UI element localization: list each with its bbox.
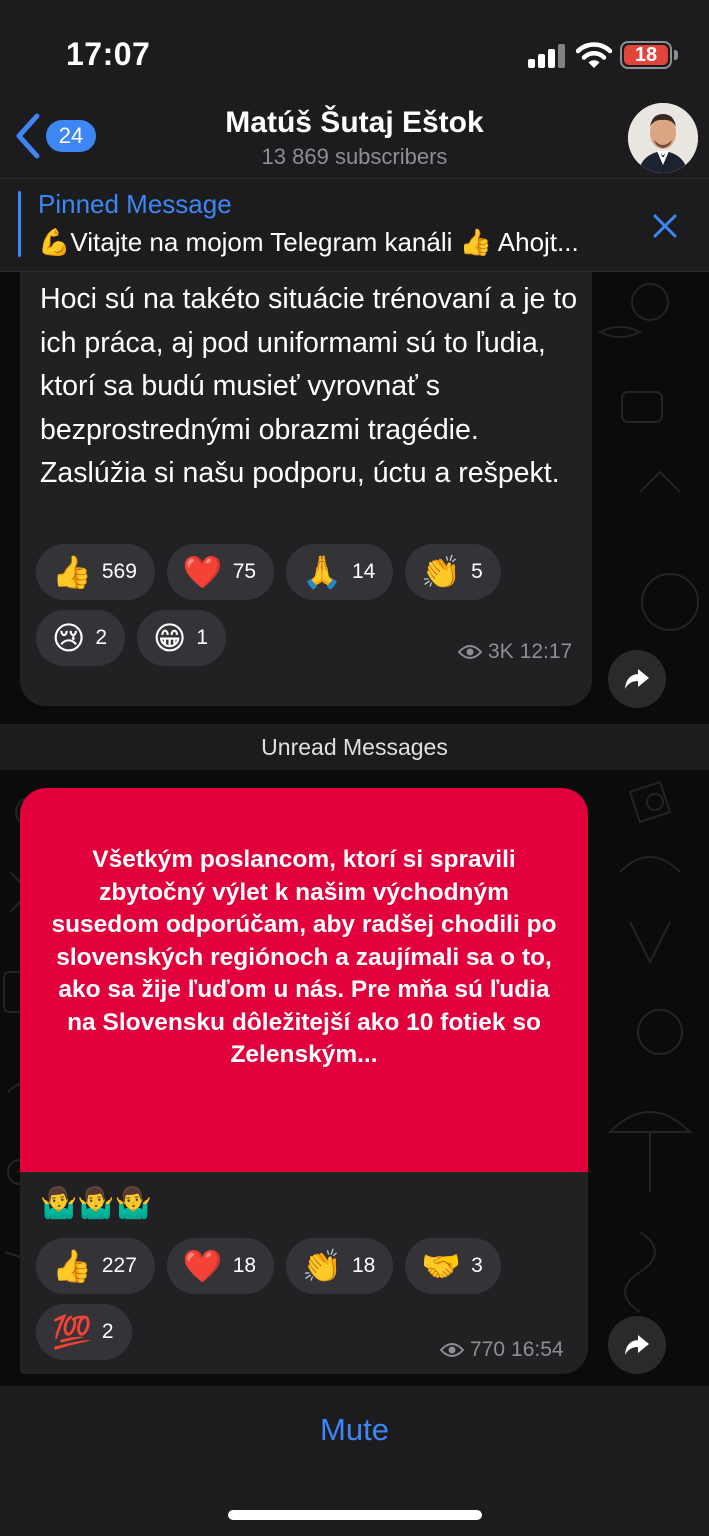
reaction-count: 2: [95, 626, 108, 649]
reaction-count: 14: [351, 560, 376, 583]
signal-icon: [528, 44, 566, 68]
reaction-handshake[interactable]: 🤝 3: [405, 1238, 501, 1294]
reaction-clap[interactable]: 👏 5: [405, 544, 501, 600]
message-meta: 3K 12:17: [458, 640, 572, 664]
reaction-cry[interactable]: 😢 2: [36, 610, 126, 666]
reaction-count: 5: [471, 560, 483, 583]
message-time: 12:17: [519, 640, 573, 663]
reaction-clap[interactable]: 👏 18: [286, 1238, 394, 1294]
close-icon[interactable]: [652, 213, 678, 239]
pinned-title: Pinned Message: [38, 189, 232, 219]
reaction-emoji: 😢: [52, 619, 86, 657]
message-meta: 770 16:54: [440, 1338, 564, 1362]
reaction-emoji: 🤝: [421, 1247, 462, 1285]
reaction-count: 75: [232, 560, 257, 583]
channel-avatar[interactable]: [628, 103, 698, 173]
pinned-indicator: [18, 191, 21, 257]
forward-button[interactable]: [608, 1316, 666, 1374]
message-bubble[interactable]: Všetkým poslancom, ktorí si spravili zby…: [20, 788, 588, 1374]
view-count: 3K: [488, 640, 514, 663]
channel-title[interactable]: Matúš Šutaj Eštok: [0, 106, 709, 140]
reaction-count: 1: [196, 626, 209, 649]
reaction-emoji: 👏: [421, 553, 462, 591]
battery-icon: 18: [620, 41, 672, 69]
reaction-count: 18: [351, 1254, 376, 1277]
channel-subscribers: 13 869 subscribers: [261, 144, 448, 169]
status-time: 17:07: [66, 36, 151, 72]
forward-arrow-icon: [625, 669, 649, 689]
reaction-emoji: 😁: [153, 619, 187, 657]
views-eye-icon: [458, 645, 482, 659]
reaction-emoji: ❤️: [182, 1247, 223, 1285]
bottom-bar: Mute: [0, 1386, 709, 1536]
message-text: Hoci sú na takéto situácie trénovaní a j…: [40, 283, 578, 489]
message-caption: 🤷‍♂️🤷‍♂️🤷‍♂️: [40, 1186, 153, 1221]
reaction-thumbs-up[interactable]: 👍 569: [36, 544, 155, 600]
image-text: Všetkým poslancom, ktorí si spravili zby…: [51, 846, 557, 1068]
pinned-text: 💪Vitajte na mojom Telegram kanáli 👍 Ahoj…: [38, 227, 579, 257]
pinned-message[interactable]: Pinned Message 💪Vitajte na mojom Telegra…: [0, 178, 709, 272]
reaction-hundred[interactable]: 💯 2: [36, 1304, 132, 1360]
status-bar: 17:07 18: [0, 0, 709, 96]
message-time: 16:54: [511, 1338, 564, 1361]
reaction-emoji: 👍: [52, 1247, 92, 1285]
forward-button[interactable]: [608, 650, 666, 708]
chat-header: 24 Matúš Šutaj Eštok 13 869 subscribers: [0, 96, 709, 178]
reaction-emoji: 💯: [52, 1313, 92, 1351]
reaction-emoji: 🙏: [302, 553, 342, 591]
reaction-count: 3: [471, 1254, 483, 1277]
message-bubble[interactable]: Hoci sú na takéto situácie trénovaní a j…: [20, 272, 592, 706]
forward-arrow-icon: [625, 1335, 649, 1355]
reaction-emoji: 👏: [302, 1247, 342, 1285]
views-eye-icon: [440, 1343, 464, 1357]
unread-messages-divider: Unread Messages: [0, 724, 709, 770]
home-indicator[interactable]: [228, 1510, 482, 1520]
wifi-icon: [576, 42, 612, 68]
reaction-emoji: ❤️: [182, 553, 223, 591]
reaction-emoji: 👍: [52, 553, 92, 591]
reaction-grin[interactable]: 😁 1: [137, 610, 227, 666]
message-image[interactable]: Všetkým poslancom, ktorí si spravili zby…: [20, 788, 588, 1172]
battery-level: 18: [624, 45, 668, 65]
reaction-thumbs-up[interactable]: 👍 227: [36, 1238, 155, 1294]
view-count: 770: [470, 1338, 506, 1361]
mute-button[interactable]: Mute: [0, 1412, 709, 1448]
reaction-count: 18: [232, 1254, 257, 1277]
reaction-heart[interactable]: ❤️ 18: [166, 1238, 275, 1294]
reaction-count: 2: [101, 1320, 114, 1343]
reaction-pray[interactable]: 🙏 14: [286, 544, 394, 600]
reaction-count: 227: [101, 1254, 137, 1277]
reaction-count: 569: [101, 560, 137, 583]
reaction-heart[interactable]: ❤️ 75: [166, 544, 275, 600]
battery-cap: [674, 50, 678, 60]
chat-area[interactable]: Hoci sú na takéto situácie trénovaní a j…: [0, 272, 709, 1386]
